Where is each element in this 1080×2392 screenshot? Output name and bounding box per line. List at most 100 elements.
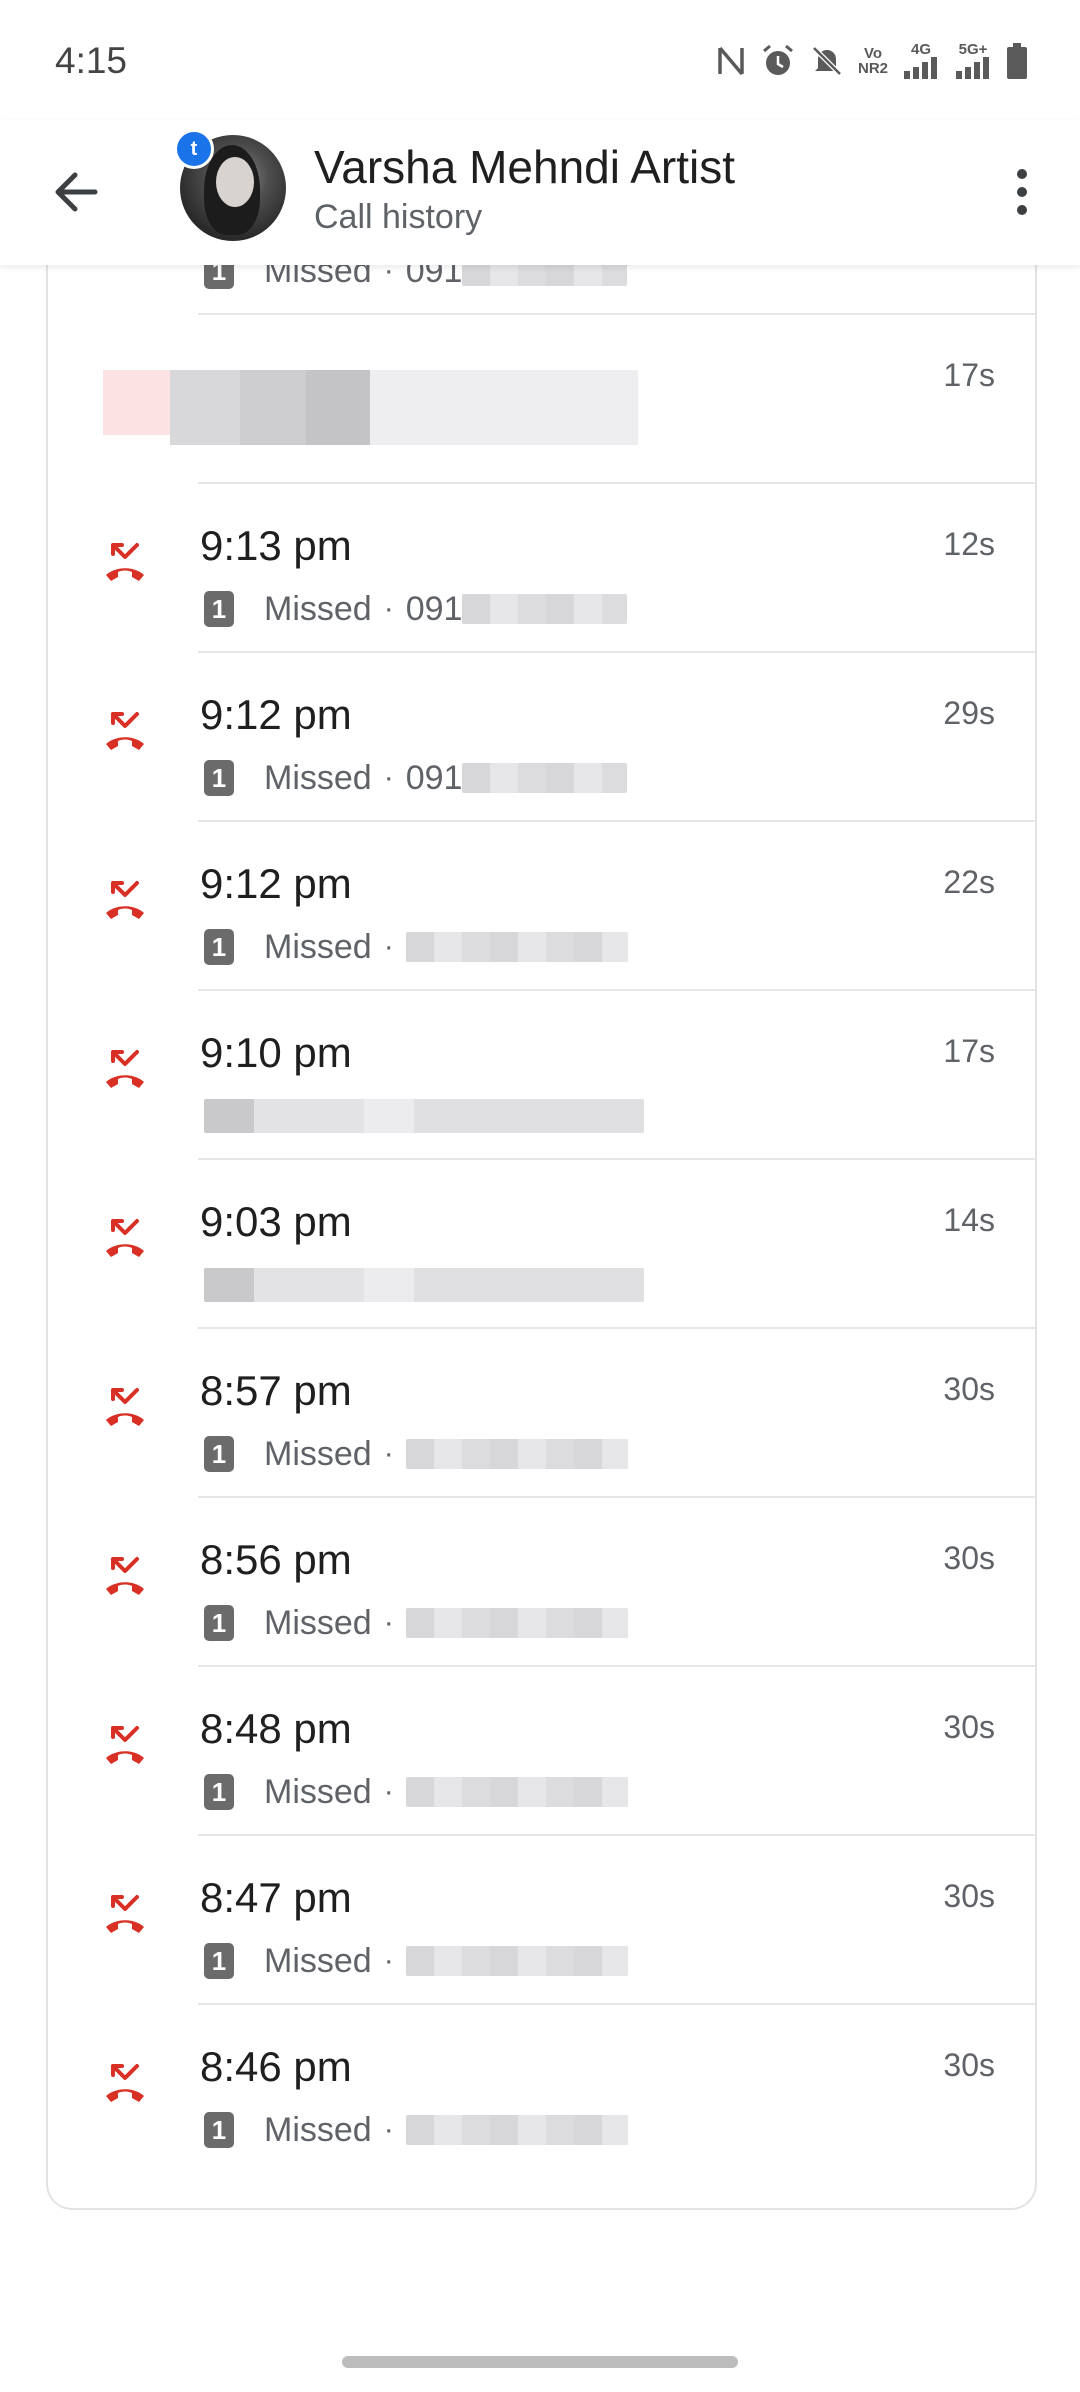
call-meta: 1 Missed · xyxy=(204,1941,628,1981)
call-duration: 14s xyxy=(943,1202,995,1238)
redacted-number xyxy=(405,1777,628,1807)
call-status: Missed xyxy=(264,1941,372,1980)
separator-dot: · xyxy=(383,930,394,963)
contact-avatar[interactable]: t xyxy=(174,129,286,241)
redacted-details xyxy=(204,1268,644,1302)
call-status: Missed xyxy=(264,927,372,966)
call-row[interactable]: 8:47 pm 30s 1 Missed · xyxy=(48,1836,1035,2005)
missed-call-icon xyxy=(100,1215,150,1265)
call-duration: 22s xyxy=(943,864,995,900)
page-subtitle: Call history xyxy=(314,198,483,236)
phone-number: 091 xyxy=(405,758,463,797)
separator-dot: · xyxy=(383,1775,394,1808)
call-row[interactable]: 9:03 pm 14s xyxy=(48,1160,1035,1329)
missed-call-icon xyxy=(100,877,150,927)
call-duration: 30s xyxy=(943,1878,995,1914)
call-row[interactable]: 9:12 pm 22s 1 Missed · xyxy=(48,822,1035,991)
redacted-number xyxy=(462,594,628,624)
call-status: Missed xyxy=(264,758,372,797)
status-icons: Vo NR2 4G 5G+ xyxy=(716,42,1028,79)
gesture-nav-handle[interactable] xyxy=(342,2356,738,2368)
missed-call-icon xyxy=(100,708,150,758)
redacted-details xyxy=(204,1099,644,1133)
call-meta: 1 Missed · xyxy=(204,927,628,967)
call-status: Missed xyxy=(264,1603,372,1642)
contact-name: Varsha Mehndi Artist xyxy=(314,141,736,193)
separator-dot: · xyxy=(383,592,394,625)
call-row[interactable]: 8:48 pm 30s 1 Missed · xyxy=(48,1667,1035,1836)
call-row[interactable]: 8:46 pm 30s 1 Missed · xyxy=(48,2005,1035,2174)
volte-icon: Vo NR2 xyxy=(858,46,888,76)
missed-call-icon xyxy=(100,1722,150,1772)
call-time: 8:48 pm xyxy=(200,1705,352,1752)
status-time: 4:15 xyxy=(55,40,128,81)
battery-icon xyxy=(1006,42,1028,79)
call-meta: 1 Missed · 091 xyxy=(204,589,628,629)
sim-1-icon: 1 xyxy=(204,1943,234,1979)
app-header: t Varsha Mehndi Artist Call history xyxy=(0,120,1080,265)
call-status: Missed xyxy=(264,2110,372,2149)
redacted-number xyxy=(405,2115,628,2145)
call-time: 8:47 pm xyxy=(200,1874,352,1921)
net1-label: 4G xyxy=(910,41,931,58)
call-time: 9:13 pm xyxy=(200,522,352,569)
call-duration: 30s xyxy=(943,1371,995,1407)
mute-icon xyxy=(810,44,844,78)
call-history-list: 1 Missed · 091 17s 9:13 pm 12s 1 Missed · 091 9:12 … xyxy=(46,205,1037,2210)
missed-call-icon xyxy=(103,370,173,435)
phone-number: 091 xyxy=(405,589,463,628)
back-button[interactable] xyxy=(45,160,109,224)
call-time: 8:46 pm xyxy=(200,2043,352,2090)
call-time: 8:56 pm xyxy=(200,1536,352,1583)
redacted-number xyxy=(405,1608,628,1638)
call-meta xyxy=(204,1096,644,1136)
call-row[interactable]: 9:12 pm 29s 1 Missed · 091 xyxy=(48,653,1035,822)
missed-call-icon xyxy=(100,2060,150,2110)
call-duration: 17s xyxy=(943,1033,995,1069)
call-meta: 1 Missed · 091 xyxy=(204,758,628,798)
call-duration: 17s xyxy=(943,357,995,393)
app-badge-icon: t xyxy=(174,129,214,169)
net2-label: 5G+ xyxy=(958,41,988,58)
call-duration: 30s xyxy=(943,2047,995,2083)
call-time: 9:03 pm xyxy=(200,1198,352,1245)
separator-dot: · xyxy=(383,761,394,794)
more-options-button[interactable] xyxy=(990,160,1054,224)
missed-call-icon xyxy=(100,539,150,589)
signal-4g-icon: 4G xyxy=(902,42,940,79)
obscured-block xyxy=(170,370,638,445)
call-time: 9:12 pm xyxy=(200,691,352,738)
alarm-icon xyxy=(760,43,796,79)
call-duration: 12s xyxy=(943,526,995,562)
arrow-back-icon xyxy=(55,172,98,212)
call-row[interactable]: 17s xyxy=(48,315,1035,484)
signal-5g-icon: 5G+ xyxy=(954,42,992,79)
call-meta: 1 Missed · xyxy=(204,1772,628,1812)
call-row[interactable]: 8:56 pm 30s 1 Missed · xyxy=(48,1498,1035,1667)
call-status: Missed xyxy=(264,589,372,628)
missed-call-icon xyxy=(100,1891,150,1941)
nfc-icon xyxy=(716,44,746,78)
missed-call-icon xyxy=(100,1046,150,1096)
redacted-number xyxy=(405,1439,628,1469)
redacted-number xyxy=(405,1946,628,1976)
separator-dot: · xyxy=(383,1944,394,1977)
missed-call-icon xyxy=(100,1384,150,1434)
volte-label: Vo NR2 xyxy=(857,44,888,77)
call-row[interactable]: 8:57 pm 30s 1 Missed · xyxy=(48,1329,1035,1498)
call-status: Missed xyxy=(264,1772,372,1811)
sim-1-icon: 1 xyxy=(204,2112,234,2148)
call-meta: 1 Missed · xyxy=(204,1434,628,1474)
call-meta xyxy=(204,1265,644,1305)
separator-dot: · xyxy=(383,2113,394,2146)
sim-1-icon: 1 xyxy=(204,929,234,965)
call-duration: 30s xyxy=(943,1540,995,1576)
call-row[interactable]: 9:13 pm 12s 1 Missed · 091 xyxy=(48,484,1035,653)
call-row[interactable]: 9:10 pm 17s xyxy=(48,991,1035,1160)
call-meta: 1 Missed · xyxy=(204,1603,628,1643)
call-time: 9:10 pm xyxy=(200,1029,352,1076)
sim-1-icon: 1 xyxy=(204,1774,234,1810)
sim-1-icon: 1 xyxy=(204,1436,234,1472)
call-status: Missed xyxy=(264,1434,372,1473)
redacted-number xyxy=(462,763,628,793)
